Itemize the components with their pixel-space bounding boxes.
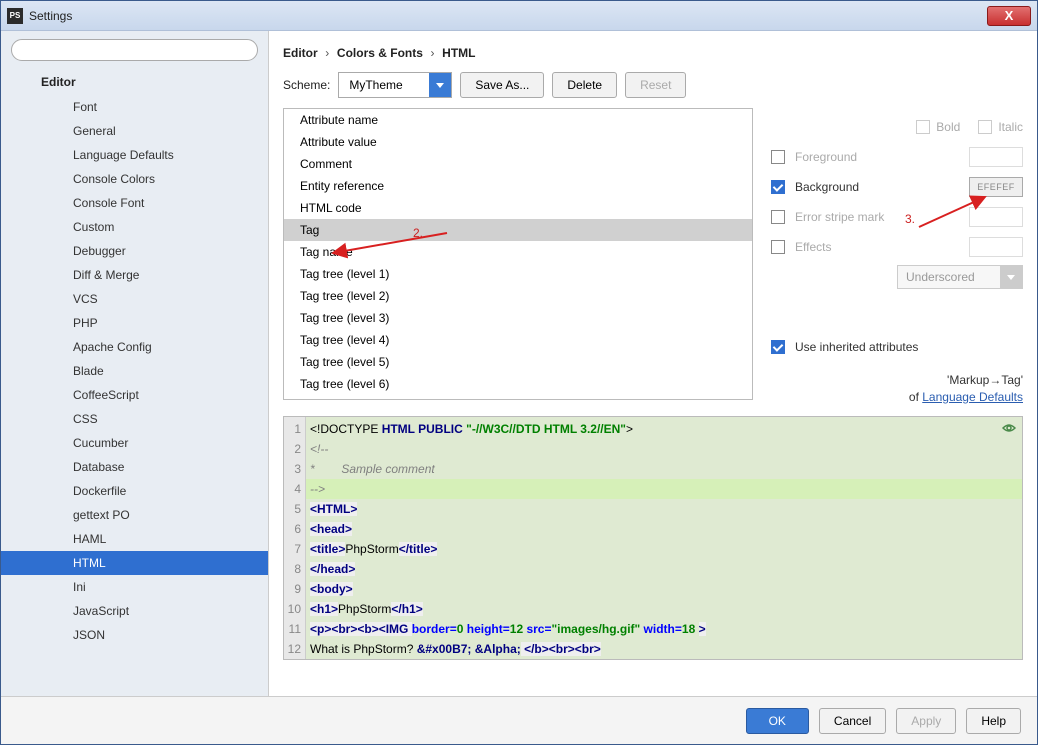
tree-item-ini[interactable]: Ini <box>1 575 268 599</box>
chevron-down-icon <box>1000 266 1022 288</box>
tree-item-debugger[interactable]: Debugger <box>1 239 268 263</box>
window-title: Settings <box>29 9 72 23</box>
tree-item-coffeescript[interactable]: CoffeeScript <box>1 383 268 407</box>
chevron-down-icon <box>429 73 451 97</box>
attr-item[interactable]: Tag <box>284 219 752 241</box>
tree-item-diff-merge[interactable]: Diff & Merge <box>1 263 268 287</box>
breadcrumb-part: Colors & Fonts <box>337 46 423 60</box>
breadcrumb-part: Editor <box>283 46 318 60</box>
tree-item-css[interactable]: CSS <box>1 407 268 431</box>
attr-item[interactable]: HTML code <box>284 197 752 219</box>
effects-checkbox[interactable] <box>771 240 785 254</box>
bold-label: Bold <box>936 120 960 134</box>
dialog-footer: OK Cancel Apply Help <box>1 696 1037 744</box>
attr-item[interactable]: Tag tree (level 1) <box>284 263 752 285</box>
effects-swatch[interactable] <box>969 237 1023 257</box>
attr-item[interactable]: Tag tree (level 5) <box>284 351 752 373</box>
tree-item-general[interactable]: General <box>1 119 268 143</box>
gutter: 123456789101112 <box>284 417 306 659</box>
properties-panel: Bold Italic Foreground Ba <box>771 108 1023 406</box>
apply-button[interactable]: Apply <box>896 708 956 734</box>
inherit-link[interactable]: Language Defaults <box>922 390 1023 404</box>
tree-item-vcs[interactable]: VCS <box>1 287 268 311</box>
attr-item[interactable]: Attribute name <box>284 109 752 131</box>
attr-item[interactable]: Attribute value <box>284 131 752 153</box>
tree-item-gettext-po[interactable]: gettext PO <box>1 503 268 527</box>
attr-item[interactable]: Comment <box>284 153 752 175</box>
tree-item-apache-config[interactable]: Apache Config <box>1 335 268 359</box>
search-input[interactable] <box>11 39 258 61</box>
attr-item[interactable]: Tag tree (level 3) <box>284 307 752 329</box>
tree-item-language-defaults[interactable]: Language Defaults <box>1 143 268 167</box>
inherit-checkbox[interactable] <box>771 340 785 354</box>
inherit-note: 'Markup→Tag' of Language Defaults <box>771 372 1023 406</box>
help-button[interactable]: Help <box>966 708 1021 734</box>
breadcrumb-part: HTML <box>442 46 475 60</box>
scheme-select[interactable]: MyTheme <box>338 72 452 98</box>
ok-button[interactable]: OK <box>746 708 809 734</box>
effects-value: Underscored <box>898 270 1000 284</box>
inherit-label: Use inherited attributes <box>795 340 1023 354</box>
tree-item-php[interactable]: PHP <box>1 311 268 335</box>
foreground-checkbox[interactable] <box>771 150 785 164</box>
attribute-list[interactable]: Attribute nameAttribute valueCommentEnti… <box>283 108 753 400</box>
eye-icon[interactable] <box>1002 421 1016 435</box>
tree-item-blade[interactable]: Blade <box>1 359 268 383</box>
attr-item[interactable]: Tag tree (level 6) <box>284 373 752 395</box>
error-stripe-swatch[interactable] <box>969 207 1023 227</box>
background-checkbox[interactable] <box>771 180 785 194</box>
settings-tree[interactable]: Editor FontGeneralLanguage DefaultsConso… <box>1 69 268 696</box>
attr-item[interactable]: Tag tree (level 2) <box>284 285 752 307</box>
foreground-swatch[interactable] <box>969 147 1023 167</box>
italic-checkbox[interactable] <box>978 120 992 134</box>
titlebar: PS Settings X <box>1 1 1037 31</box>
main-panel: Editor › Colors & Fonts › HTML Scheme: M… <box>269 31 1037 696</box>
tree-item-custom[interactable]: Custom <box>1 215 268 239</box>
effects-select[interactable]: Underscored <box>897 265 1023 289</box>
background-label: Background <box>795 180 959 194</box>
app-icon: PS <box>7 8 23 24</box>
foreground-label: Foreground <box>795 150 959 164</box>
scheme-value: MyTheme <box>339 78 429 92</box>
effects-label: Effects <box>795 240 959 254</box>
scheme-row: Scheme: MyTheme Save As... Delete Reset <box>269 68 1037 108</box>
error-stripe-label: Error stripe mark <box>795 210 959 224</box>
background-swatch[interactable]: EFEFEF <box>969 177 1023 197</box>
tree-item-javascript[interactable]: JavaScript <box>1 599 268 623</box>
tree-item-console-font[interactable]: Console Font <box>1 191 268 215</box>
scheme-label: Scheme: <box>283 78 330 92</box>
tree-item-json[interactable]: JSON <box>1 623 268 647</box>
save-as-button[interactable]: Save As... <box>460 72 544 98</box>
reset-button[interactable]: Reset <box>625 72 686 98</box>
tree-item-haml[interactable]: HAML <box>1 527 268 551</box>
attr-item[interactable]: Tag name <box>284 241 752 263</box>
tree-item-font[interactable]: Font <box>1 95 268 119</box>
search-input-wrap <box>11 39 258 61</box>
tree-item-html[interactable]: HTML <box>1 551 268 575</box>
tree-item-dockerfile[interactable]: Dockerfile <box>1 479 268 503</box>
tree-item-database[interactable]: Database <box>1 455 268 479</box>
code-area: <!DOCTYPE HTML PUBLIC "-//W3C//DTD HTML … <box>306 417 1022 659</box>
tree-item-cucumber[interactable]: Cucumber <box>1 431 268 455</box>
close-button[interactable]: X <box>987 6 1031 26</box>
tree-header-editor[interactable]: Editor <box>1 69 268 95</box>
italic-label: Italic <box>998 120 1023 134</box>
sidebar: Editor FontGeneralLanguage DefaultsConso… <box>1 31 269 696</box>
code-preview: 123456789101112 <!DOCTYPE HTML PUBLIC "-… <box>283 416 1023 660</box>
breadcrumb: Editor › Colors & Fonts › HTML <box>269 31 1037 68</box>
attr-item[interactable]: Entity reference <box>284 175 752 197</box>
bold-checkbox[interactable] <box>916 120 930 134</box>
attr-item[interactable]: Tag tree (level 4) <box>284 329 752 351</box>
tree-item-console-colors[interactable]: Console Colors <box>1 167 268 191</box>
cancel-button[interactable]: Cancel <box>819 708 886 734</box>
error-stripe-checkbox[interactable] <box>771 210 785 224</box>
delete-button[interactable]: Delete <box>552 72 617 98</box>
